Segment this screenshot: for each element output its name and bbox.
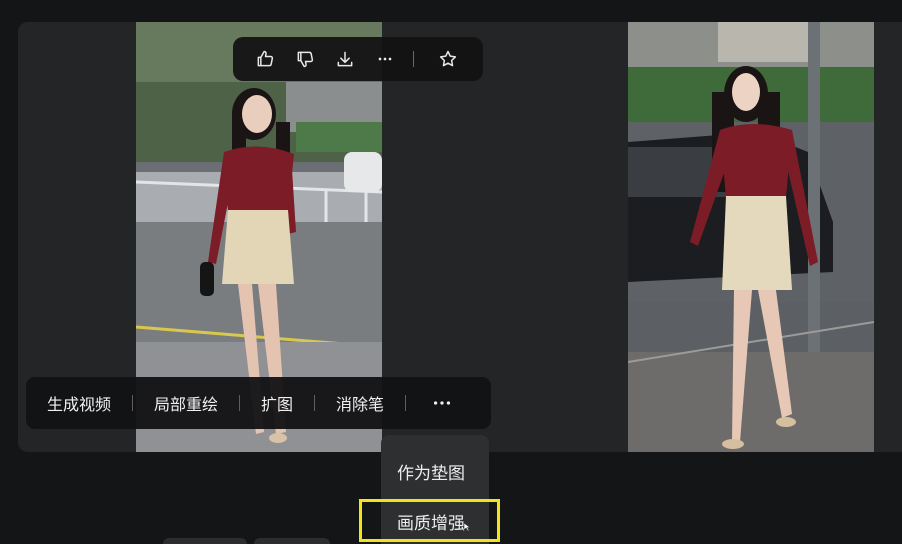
- toolbar-divider: [413, 51, 414, 67]
- dislike-button[interactable]: [285, 37, 325, 81]
- menu-item-use-as-reference[interactable]: 作为垫图: [397, 459, 465, 484]
- download-icon: [337, 51, 353, 67]
- action-divider: [314, 395, 316, 411]
- more-icon: [378, 57, 392, 61]
- image-top-toolbar: [233, 37, 483, 81]
- thumbs-up-icon: [257, 50, 274, 67]
- bottom-tab-stub[interactable]: [163, 538, 247, 544]
- eraser-button[interactable]: 消除笔: [336, 391, 384, 415]
- action-more-button[interactable]: [427, 388, 457, 418]
- favorite-button[interactable]: [428, 37, 468, 81]
- generated-image-2[interactable]: [628, 22, 874, 452]
- image-2-illustration: [628, 22, 874, 452]
- more-icon: [433, 401, 451, 405]
- outpaint-button[interactable]: 扩图: [261, 391, 293, 415]
- like-button[interactable]: [245, 37, 285, 81]
- download-button[interactable]: [325, 37, 365, 81]
- star-icon: [439, 50, 457, 67]
- image-action-bar: 生成视频 局部重绘 扩图 消除笔: [26, 377, 491, 429]
- top-more-button[interactable]: [365, 37, 405, 81]
- app-stage: 生成视频 局部重绘 扩图 消除笔 作为垫图 画质增强: [0, 0, 902, 544]
- generate-video-button[interactable]: 生成视频: [47, 391, 111, 415]
- highlight-box: [359, 499, 500, 542]
- bottom-tab-stub[interactable]: [254, 538, 330, 544]
- action-divider: [405, 395, 407, 411]
- action-divider: [239, 395, 241, 411]
- cursor-icon: [463, 522, 471, 532]
- inpaint-button[interactable]: 局部重绘: [154, 391, 218, 415]
- thumbs-down-icon: [297, 51, 314, 68]
- action-divider: [132, 395, 134, 411]
